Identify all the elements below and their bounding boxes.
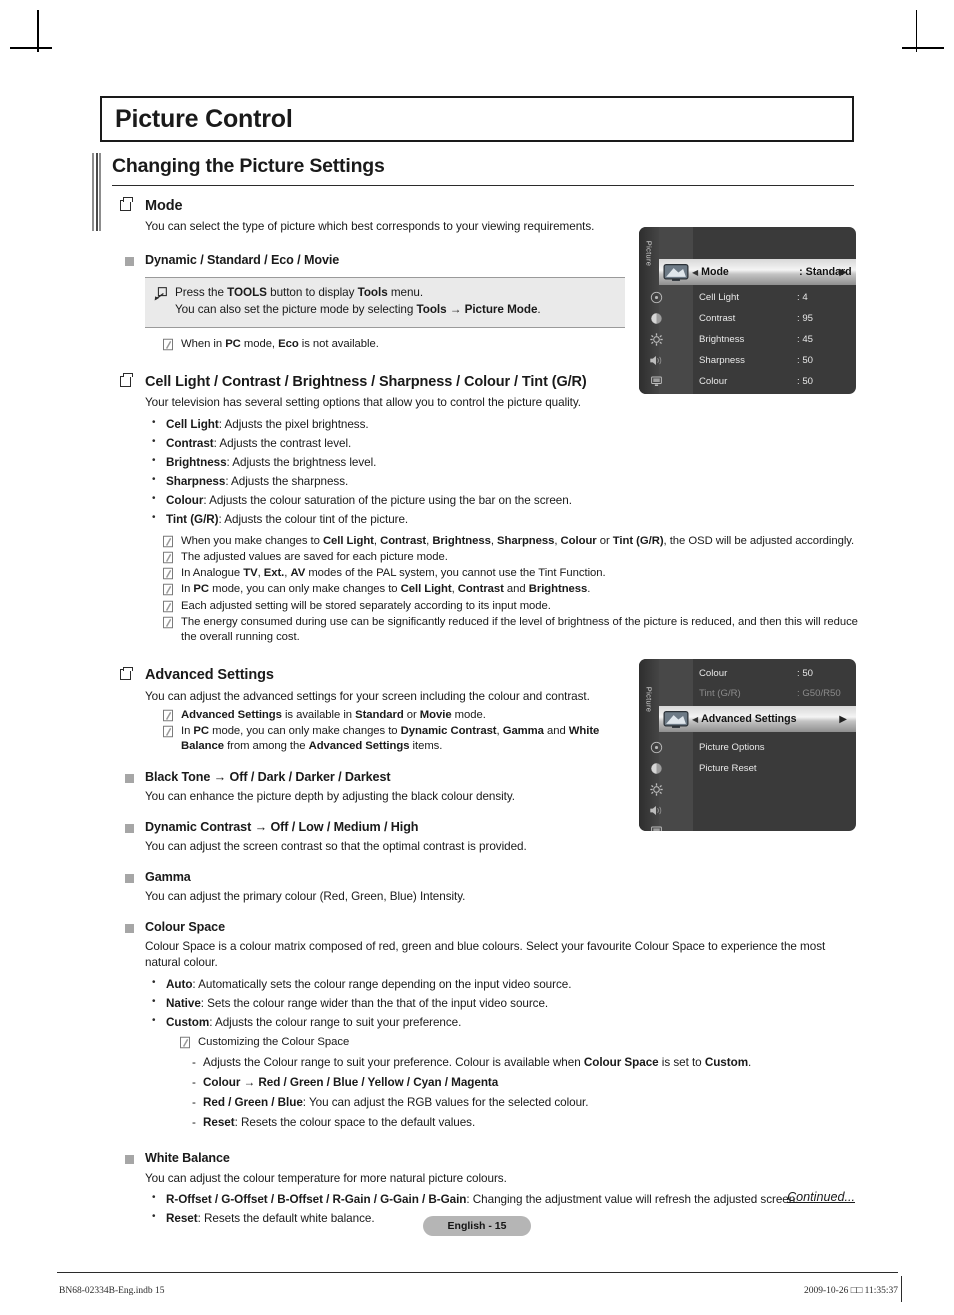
manual-page: Picture Control Changing the Picture Set…	[0, 0, 954, 1315]
list-item: Custom: Adjusts the colour range to suit…	[151, 1013, 856, 1033]
section-divider	[112, 185, 854, 187]
block-gamma: Gamma You can adjust the primary colour …	[120, 870, 625, 905]
pencil-note-icon	[179, 1036, 191, 1049]
block-mode-options: Dynamic / Standard / Eco / Movie	[120, 253, 625, 268]
filled-square-bullet-icon	[125, 257, 134, 267]
list-item: Tint (G/R): Adjusts the colour tint of t…	[151, 510, 856, 530]
note-input-mode: Each adjusted setting will be stored sep…	[162, 599, 856, 614]
list-item: Sharpness: Adjusts the sharpness.	[151, 472, 856, 492]
pencil-note-icon	[162, 338, 174, 351]
tip-line-1: Press the TOOLS button to display Tools …	[175, 286, 424, 300]
pencil-note-icon	[162, 600, 174, 613]
gamma-description: You can adjust the primary colour (Red, …	[145, 890, 466, 904]
heading-black-tone: Black Tone → Off / Dark / Darker / Darke…	[145, 770, 391, 785]
page-content: Mode You can select the type of picture …	[120, 197, 858, 1229]
list-item: Colour → Red / Green / Blue / Yellow / C…	[192, 1073, 856, 1093]
pencil-note-icon	[162, 535, 174, 548]
list-item: Brightness: Adjusts the brightness level…	[151, 453, 856, 473]
note-energy: The energy consumed during use can be si…	[162, 615, 860, 646]
square-bullet-icon	[120, 197, 134, 211]
crop-mark-top-right-v	[915, 10, 917, 52]
note-pal-tint: In Analogue TV, Ext., AV modes of the PA…	[162, 566, 856, 581]
crop-mark-top-left-v	[37, 10, 39, 52]
square-bullet-icon	[120, 666, 134, 681]
filled-square-bullet-icon	[125, 924, 134, 934]
list-item: Native: Sets the colour range wider than…	[151, 994, 856, 1014]
note-mode-pc: When in PC mode, Eco is not available.	[162, 337, 856, 352]
pencil-note-icon	[162, 583, 174, 596]
block-cell-light: Cell Light / Contrast / Brightness / Sha…	[120, 373, 856, 411]
dynamic-contrast-description: You can adjust the screen contrast so th…	[145, 840, 527, 854]
block-white-balance: White Balance You can adjust the colour …	[120, 1151, 856, 1186]
note-pc-changes: In PC mode, you can only make changes to…	[162, 582, 856, 597]
list-item: Colour: Adjusts the colour saturation of…	[151, 491, 856, 511]
cell-description: Your television has several setting opti…	[145, 396, 581, 410]
note-customizing-colour-space: Customizing the Colour Space	[179, 1035, 856, 1050]
heading-dynamic-contrast: Dynamic Contrast → Off / Low / Medium / …	[145, 820, 419, 835]
heading-mode-options: Dynamic / Standard / Eco / Movie	[145, 253, 340, 268]
list-item: R-Offset / G-Offset / B-Offset / R-Gain …	[151, 1190, 856, 1210]
tools-arrow-icon	[153, 286, 168, 301]
tip-line-2: You can also set the picture mode by sel…	[175, 302, 541, 316]
list-item: Contrast: Adjusts the contrast level.	[151, 434, 856, 454]
list-item: Cell Light: Adjusts the pixel brightness…	[151, 415, 856, 435]
pencil-note-icon	[162, 567, 174, 580]
cell-notes: When you make changes to Cell Light, Con…	[120, 534, 858, 646]
list-item: Reset: Resets the colour space to the de…	[192, 1113, 856, 1133]
block-advanced-settings: Advanced Settings You can adjust the adv…	[120, 666, 625, 704]
colour-space-options: Auto: Automatically sets the colour rang…	[151, 975, 856, 1033]
section-accent-bars	[92, 153, 101, 231]
page-title-box: Picture Control	[100, 96, 854, 142]
continued-link[interactable]: Continued...	[787, 1190, 855, 1204]
page-title: Picture Control	[115, 104, 293, 133]
block-dynamic-contrast: Dynamic Contrast → Off / Low / Medium / …	[120, 820, 625, 855]
filled-square-bullet-icon	[125, 774, 134, 784]
block-colour-space: Colour Space Colour Space is a colour ma…	[120, 920, 856, 971]
filled-square-bullet-icon	[125, 1155, 134, 1165]
note-advanced-available: Advanced Settings is available in Standa…	[162, 708, 856, 723]
page-number-badge: English - 15	[423, 1216, 531, 1236]
square-bullet-icon	[120, 373, 134, 387]
cell-settings-list: Cell Light: Adjusts the pixel brightness…	[151, 415, 856, 530]
advanced-notes: Advanced Settings is available in Standa…	[120, 708, 856, 755]
note-advanced-pc: In PC mode, you can only make changes to…	[162, 724, 622, 755]
white-balance-description: You can adjust the colour temperature fo…	[145, 1171, 507, 1185]
heading-cell-light: Cell Light / Contrast / Brightness / Sha…	[145, 373, 587, 390]
heading-advanced-settings: Advanced Settings	[145, 667, 274, 684]
advanced-description: You can adjust the advanced settings for…	[145, 689, 590, 703]
heading-colour-space: Colour Space	[145, 920, 225, 935]
section-title: Changing the Picture Settings	[112, 155, 385, 177]
filled-square-bullet-icon	[125, 874, 134, 884]
tools-tip-box: Press the TOOLS button to display Tools …	[145, 277, 625, 328]
footer-divider	[57, 1272, 898, 1273]
colour-space-dash-list: Adjusts the Colour range to suit your pr…	[192, 1053, 856, 1134]
note-osd-adjust: When you make changes to Cell Light, Con…	[162, 534, 856, 549]
crop-mark-top-left-h	[10, 47, 52, 49]
pencil-note-icon	[162, 616, 174, 629]
pencil-note-icon	[162, 709, 174, 722]
mode-description: You can select the type of picture which…	[145, 220, 595, 234]
block-mode: Mode You can select the type of picture …	[120, 197, 625, 235]
black-tone-description: You can enhance the picture depth by adj…	[145, 790, 516, 804]
list-item: Auto: Automatically sets the colour rang…	[151, 975, 856, 995]
heading-mode: Mode	[145, 198, 183, 214]
footer-timestamp: 2009-10-26 □□ 11:35:37	[804, 1286, 898, 1296]
heading-gamma: Gamma	[145, 870, 191, 885]
pencil-note-icon	[162, 551, 174, 564]
footer-crop-tick	[900, 1276, 902, 1302]
footer-filename: BN68-02334B-Eng.indb 15	[59, 1286, 165, 1296]
list-item: Red / Green / Blue: You can adjust the R…	[192, 1093, 856, 1113]
block-black-tone: Black Tone → Off / Dark / Darker / Darke…	[120, 770, 625, 805]
crop-mark-top-right-h	[902, 47, 944, 49]
list-item: Adjusts the Colour range to suit your pr…	[192, 1053, 856, 1073]
pencil-note-icon	[162, 725, 174, 738]
note-values-saved: The adjusted values are saved for each p…	[162, 550, 856, 565]
filled-square-bullet-icon	[125, 824, 134, 834]
colour-space-description: Colour Space is a colour matrix composed…	[145, 940, 826, 969]
heading-white-balance: White Balance	[145, 1151, 230, 1166]
